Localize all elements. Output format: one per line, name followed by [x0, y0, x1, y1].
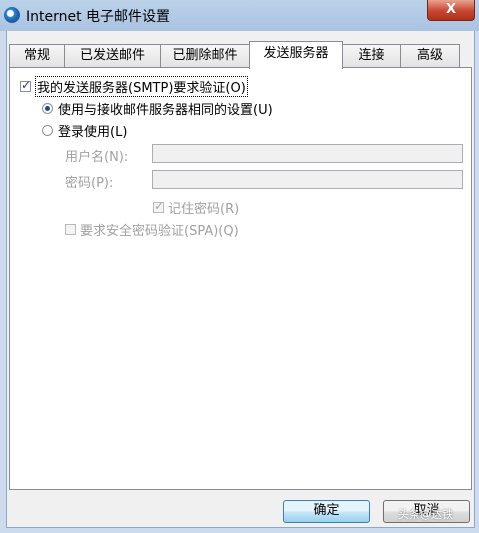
close-icon: X: [445, 2, 457, 17]
password-label-text: 密码(P):: [65, 176, 114, 191]
require-auth-label[interactable]: 我的发送服务器(SMTP)要求验证(O): [35, 76, 248, 97]
password-field[interactable]: [152, 170, 463, 189]
tab-sent-items-label: 已发送邮件: [79, 48, 145, 63]
remember-password-row[interactable]: 记住密码(R): [153, 198, 239, 217]
tab-sent-items[interactable]: 已发送邮件: [64, 44, 161, 67]
ok-button-label: 确定: [313, 503, 340, 518]
tab-general[interactable]: 常规: [9, 44, 65, 67]
username-field[interactable]: [152, 144, 463, 163]
watermark: 头条@达铁: [398, 508, 453, 521]
close-button[interactable]: X: [427, 0, 475, 21]
login-with-radio[interactable]: [42, 125, 53, 136]
same-settings-radio[interactable]: [42, 103, 53, 114]
remember-password-label[interactable]: 记住密码(R): [168, 198, 239, 217]
window-title: Internet 电子邮件设置: [26, 9, 171, 25]
username-label: 用户名(N):: [65, 146, 128, 165]
tab-connection[interactable]: 连接: [342, 44, 401, 67]
outlook-icon: [4, 7, 20, 23]
spa-label[interactable]: 要求安全密码验证(SPA)(Q): [80, 220, 239, 239]
remember-password-checkbox[interactable]: [153, 199, 164, 213]
tab-deleted-items[interactable]: 已删除邮件: [160, 44, 250, 67]
spa-row[interactable]: 要求安全密码验证(SPA)(Q): [65, 220, 239, 239]
tab-panel-outgoing: 我的发送服务器(SMTP)要求验证(O) 使用与接收邮件服务器相同的设置(U) …: [9, 67, 472, 490]
tab-outgoing-server[interactable]: 发送服务器: [249, 41, 343, 69]
spa-checkbox[interactable]: [65, 224, 76, 235]
login-with-label[interactable]: 登录使用(L): [58, 121, 127, 140]
require-auth-checkbox[interactable]: [20, 78, 31, 92]
require-auth-checkbox-row[interactable]: 我的发送服务器(SMTP)要求验证(O): [20, 76, 248, 97]
username-label-text: 用户名(N):: [65, 150, 129, 165]
tab-advanced[interactable]: 高级: [400, 44, 460, 67]
ok-button[interactable]: 确定: [283, 500, 370, 523]
tab-outgoing-server-label: 发送服务器: [263, 46, 329, 61]
tab-general-label: 常规: [23, 48, 50, 63]
tab-connection-label: 连接: [358, 48, 385, 63]
same-settings-label[interactable]: 使用与接收邮件服务器相同的设置(U): [58, 99, 273, 118]
title-bar[interactable]: Internet 电子邮件设置 X: [0, 0, 479, 31]
tab-deleted-items-label: 已删除邮件: [172, 48, 238, 63]
same-settings-radio-row[interactable]: 使用与接收邮件服务器相同的设置(U): [42, 99, 273, 118]
password-label: 密码(P):: [65, 172, 113, 191]
login-with-radio-row[interactable]: 登录使用(L): [42, 121, 127, 140]
tab-advanced-label: 高级: [416, 48, 443, 63]
